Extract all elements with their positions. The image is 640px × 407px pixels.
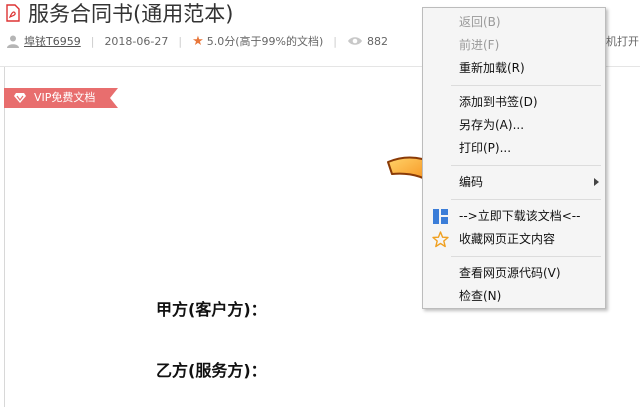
upload-date: 2018-06-27 [104,34,169,48]
menu-item-label: 查看网页源代码(V) [459,266,561,280]
menu-item-label: 检查(N) [459,289,502,303]
menu-item-view-source[interactable]: 查看网页源代码(V) [423,262,605,284]
menu-item-save-as[interactable]: 另存为(A)... [423,114,605,136]
menu-item-label: -->立即下载该文档<-- [459,209,581,223]
menu-item-label: 返回(B) [459,15,501,29]
view-count: 882 [367,34,388,48]
party-a-label: 甲方(客户方)： [156,300,267,319]
star-outline-icon [432,231,449,248]
submenu-arrow-icon [594,178,599,186]
menu-item-download-doc[interactable]: -->立即下载该文档<-- [423,205,605,227]
vip-badge-label: VIP免费文档 [34,91,96,104]
rating-text: 5.0分(高于99%的文档) [206,35,324,48]
menu-item-print[interactable]: 打印(P)... [423,137,605,159]
menu-item-label: 重新加载(R) [459,61,525,75]
menu-item-forward[interactable]: 前进(F) [423,34,605,56]
menu-item-back[interactable]: 返回(B) [423,11,605,33]
separator: | [90,34,95,48]
menu-separator [451,256,601,257]
star-icon: ★ [192,33,204,49]
menu-item-bookmark[interactable]: 添加到书签(D) [423,91,605,113]
download-doc-icon [433,209,448,224]
author-link[interactable]: 埠铱T6959 [24,33,81,49]
vip-badge: VIP免费文档 [4,88,118,108]
separator: | [178,34,183,48]
menu-separator [451,199,601,200]
user-icon [7,35,19,48]
document-meta: 埠铱T6959 | 2018-06-27 | ★ 5.0分(高于99%的文档) … [6,33,388,49]
eye-icon [348,37,362,45]
menu-item-encoding[interactable]: 编码 [423,171,605,193]
context-menu: 返回(B) 前进(F) 重新加载(R) 添加到书签(D) 另存为(A)... 打… [422,7,606,309]
menu-item-inspect[interactable]: 检查(N) [423,285,605,307]
truncated-text: 机打开 [606,35,639,48]
menu-item-label: 编码 [459,175,484,189]
diamond-icon [14,93,26,103]
party-b-label: 乙方(服务方)： [156,361,267,380]
menu-item-label: 前进(F) [459,38,500,52]
pdf-icon [6,4,20,22]
menu-item-label: 另存为(A)... [459,118,525,132]
separator: | [333,34,337,48]
menu-separator [451,85,601,86]
menu-item-label: 收藏网页正文内容 [459,232,556,246]
document-title: 服务合同书(通用范本) [28,2,234,26]
menu-item-label: 添加到书签(D) [459,95,538,109]
menu-item-collect-text[interactable]: 收藏网页正文内容 [423,228,605,250]
menu-item-reload[interactable]: 重新加载(R) [423,57,605,79]
menu-separator [451,165,601,166]
menu-item-label: 打印(P)... [459,141,512,155]
